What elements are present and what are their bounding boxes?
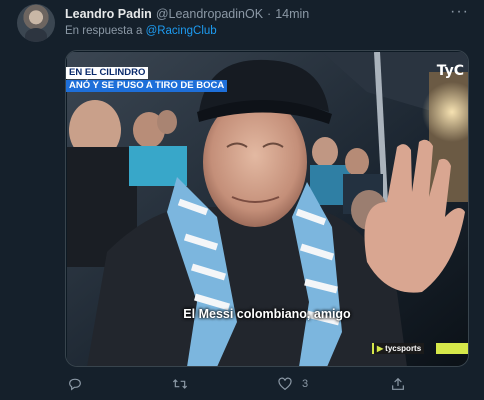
avatar[interactable] — [17, 4, 55, 42]
chyron-line-2: ANÓ Y SE PUSO A TIRO DE BOCA — [66, 80, 228, 92]
like-icon — [278, 377, 292, 391]
tweet-actions: 3 — [65, 375, 469, 393]
video-subtitle: El Messi colombiano, amigo — [183, 307, 351, 321]
reply-prefix: En respuesta a — [65, 25, 143, 37]
tweet[interactable]: Leandro Padin @LeandropadinOK · 14min ··… — [0, 0, 484, 400]
reply-icon — [69, 378, 81, 391]
like-button[interactable]: 3 — [277, 375, 308, 393]
channel-logo: TyC — [436, 63, 464, 79]
badge-accent-bar — [436, 343, 468, 354]
author-name[interactable]: Leandro Padin — [65, 7, 152, 21]
reply-mention-link[interactable]: @RacingClub — [146, 25, 217, 37]
news-chyron: EN EL CILINDRO ANÓ Y SE PUSO A TIRO DE B… — [66, 67, 228, 92]
tycsports-badge: ▶ tycsports — [372, 343, 425, 354]
play-icon: ▶ — [377, 344, 384, 353]
more-icon[interactable]: ··· — [450, 4, 469, 20]
retweet-icon — [172, 379, 188, 389]
author-handle[interactable]: @LeandropadinOK — [156, 7, 263, 21]
reply-button[interactable] — [67, 375, 92, 393]
tweet-header: Leandro Padin @LeandropadinOK · 14min — [65, 6, 309, 22]
tweet-timestamp[interactable]: 14min — [275, 7, 309, 21]
video-player[interactable]: EN EL CILINDRO ANÓ Y SE PUSO A TIRO DE B… — [65, 50, 469, 367]
like-count: 3 — [302, 378, 309, 390]
share-button[interactable] — [390, 375, 406, 393]
chyron-line-1: EN EL CILINDRO — [66, 67, 149, 79]
reply-context: En respuesta a @RacingClub — [65, 25, 217, 37]
retweet-button[interactable] — [172, 375, 197, 393]
badge-label: tycsports — [385, 344, 422, 353]
share-icon — [392, 377, 404, 390]
separator-dot: · — [267, 7, 272, 21]
